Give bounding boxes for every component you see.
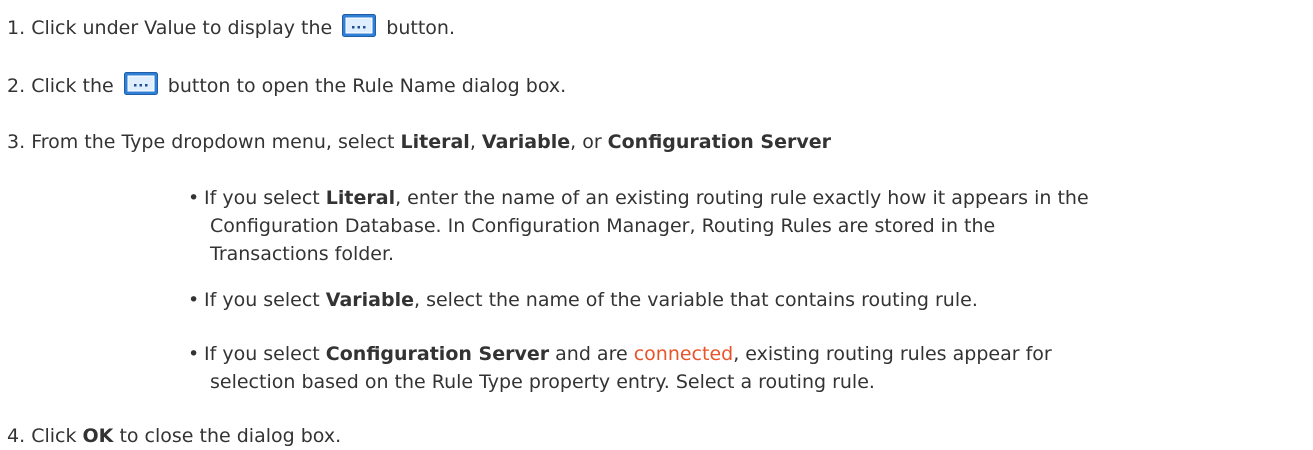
step-2: 2. Click the button to open the Rule Nam… bbox=[7, 72, 566, 98]
step-3-text: From the Type dropdown menu, select bbox=[31, 131, 395, 153]
step-4-text: Click bbox=[31, 425, 77, 447]
separator: , or bbox=[570, 131, 602, 153]
step-4: 4. Click OK to close the dialog box. bbox=[7, 424, 341, 448]
step-2-text-after: button to open the Rule Name dialog box. bbox=[167, 75, 567, 97]
bullet-text: , existing routing rules appear for bbox=[733, 343, 1052, 365]
bullet-bold-variable: Variable bbox=[325, 289, 414, 311]
bullet-prefix: If you select bbox=[204, 343, 320, 365]
bullet-dot: • bbox=[188, 289, 200, 311]
bullet-text: , select the name of the variable that c… bbox=[414, 289, 978, 311]
bullet-prefix: If you select bbox=[204, 289, 320, 311]
bullet-dot: • bbox=[188, 187, 200, 209]
step-4-number: 4. bbox=[7, 425, 26, 447]
bullet-bold-literal: Literal bbox=[325, 187, 396, 209]
option-variable: Variable bbox=[481, 131, 571, 153]
bullet-line-3: Transactions folder. bbox=[210, 243, 395, 265]
bullet-configuration-server: • If you select Configuration Server and … bbox=[188, 340, 1052, 396]
ellipsis-button-icon bbox=[342, 14, 377, 37]
bullet-bold-configuration-server: Configuration Server bbox=[325, 343, 550, 365]
bullet-dot: • bbox=[188, 343, 200, 365]
bullet-literal: • If you select Literal, enter the name o… bbox=[188, 184, 1089, 268]
ok-label: OK bbox=[82, 425, 114, 447]
step-3: 3. From the Type dropdown menu, select L… bbox=[7, 130, 831, 154]
step-2-number: 2. bbox=[7, 75, 26, 97]
option-configuration-server: Configuration Server bbox=[607, 131, 831, 153]
separator: , bbox=[469, 131, 476, 153]
bullet-variable: • If you select Variable, select the name… bbox=[188, 286, 978, 314]
step-4-text-after: to close the dialog box. bbox=[119, 425, 342, 447]
bullet-text: and are bbox=[555, 343, 628, 365]
step-1-text-after: button. bbox=[386, 17, 456, 39]
bullet-prefix: If you select bbox=[204, 187, 320, 209]
connected-link[interactable]: connected bbox=[634, 343, 734, 365]
step-1: 1. Click under Value to display the butt… bbox=[7, 14, 455, 40]
bullet-text: , enter the name of an existing routing … bbox=[395, 187, 1089, 209]
option-literal: Literal bbox=[400, 131, 470, 153]
bullet-line-2: Configuration Database. In Configuration… bbox=[210, 215, 996, 237]
step-1-text: Click under Value to display the bbox=[31, 17, 333, 39]
bullet-line-2: selection based on the Rule Type propert… bbox=[210, 371, 875, 393]
step-2-text: Click the bbox=[31, 75, 114, 97]
ellipsis-button-icon bbox=[123, 72, 158, 95]
step-3-number: 3. bbox=[7, 131, 26, 153]
step-1-number: 1. bbox=[7, 17, 26, 39]
